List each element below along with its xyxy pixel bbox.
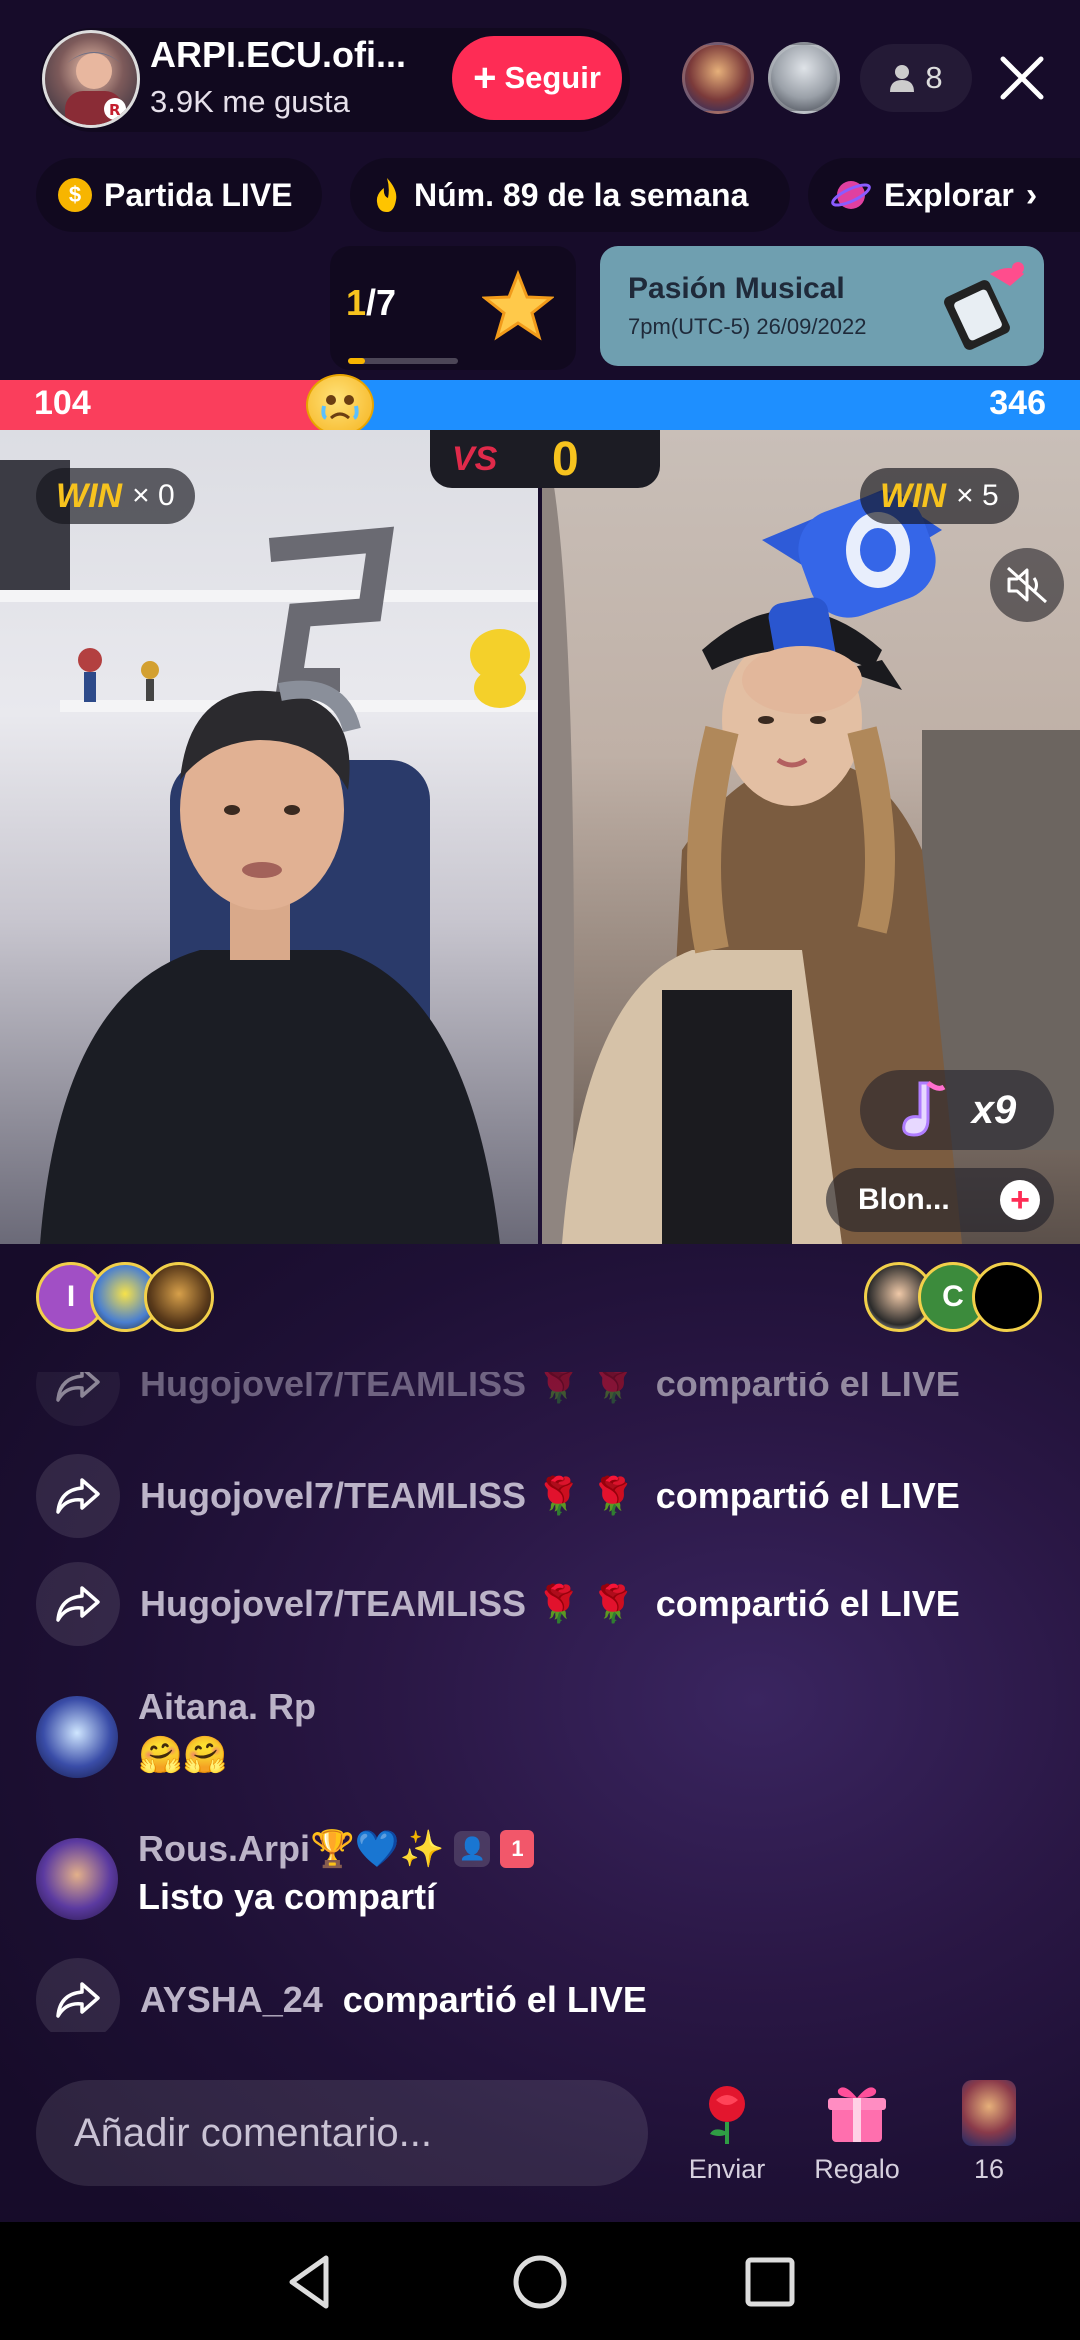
commenter-avatar[interactable] (36, 1696, 118, 1778)
share-icon (36, 1958, 120, 2032)
share-icon (36, 1562, 120, 1646)
supporter-avatar[interactable] (144, 1262, 214, 1332)
star-icon (480, 269, 556, 347)
coin-icon: $ (58, 178, 92, 212)
speaker-muted-icon (1006, 566, 1048, 604)
music-note-icon (901, 1081, 946, 1137)
left-win-streak: WIN × 0 (36, 468, 195, 524)
send-rose-button[interactable]: Enviar (672, 2080, 782, 2185)
right-score-bar (340, 380, 1080, 430)
comment-placeholder: Añadir comentario... (74, 2110, 432, 2155)
rank-progress (348, 358, 458, 364)
event-banner[interactable] (600, 246, 1044, 366)
pill-label: Explorar (884, 176, 1014, 213)
host-video[interactable] (0, 430, 538, 1244)
chat-share-row: Hugojovel7/TEAMLISS 🌹 🌹 compartió el LIV… (36, 1454, 960, 1538)
viewer-count[interactable]: 8 (860, 44, 972, 112)
host-avatar[interactable]: R (42, 30, 140, 128)
event-date: 7pm(UTC-5) 26/09/2022 (628, 314, 867, 339)
left-score: 104 (34, 384, 91, 422)
chat-comment-row: Aitana. Rp 🤗🤗 (36, 1686, 316, 1778)
weekly-rank-pill[interactable]: Núm. 89 de la semana (350, 158, 790, 232)
share-icon (36, 1372, 120, 1426)
host-name[interactable]: ARPI.ECU.ofi... (150, 34, 406, 76)
music-card-icon (944, 262, 1024, 350)
profile-count-button[interactable]: 16 (934, 2080, 1044, 2185)
guest-name: Blon... (848, 1183, 950, 1216)
guest-follow-pill[interactable]: Blon... + (826, 1168, 1054, 1232)
back-triangle-icon (289, 2255, 329, 2309)
live-match-pill[interactable]: $ Partida LIVE (36, 158, 322, 232)
commenter-avatar[interactable] (36, 1838, 118, 1920)
svg-text:R: R (109, 101, 121, 119)
share-icon (36, 1454, 120, 1538)
follow-button[interactable]: + Seguir (452, 36, 622, 120)
crying-face-icon (306, 374, 374, 436)
comment-input[interactable]: Añadir comentario... (36, 2080, 648, 2186)
chat-share-row: Hugojovel7/TEAMLISS 🌹 🌹 compartió el LIV… (36, 1372, 960, 1426)
home-circle-icon (513, 2255, 567, 2309)
mute-button[interactable] (990, 548, 1064, 622)
recents-square-icon (745, 2257, 795, 2307)
follow-label: Seguir (504, 60, 601, 95)
gift-combo: x9 (860, 1070, 1054, 1150)
person-icon (890, 65, 915, 92)
vs-logo: VS (452, 440, 498, 478)
chat-share-row: Hugojovel7/TEAMLISS 🌹 🌹 compartió el LIV… (36, 1562, 960, 1646)
level-badge-icon: 1 (500, 1830, 535, 1868)
round-score: 0 (552, 433, 579, 486)
planet-icon (831, 181, 871, 209)
explore-pill[interactable]: Explorar › (808, 158, 1080, 232)
chat-share-row: AYSHA_24 compartió el LIVE (36, 1958, 647, 2032)
viewer-count-value: 8 (925, 60, 943, 95)
flame-icon (376, 178, 397, 212)
plus-icon[interactable]: + (1000, 1180, 1040, 1220)
gift-icon (828, 2087, 886, 2142)
chat-list[interactable]: Hugojovel7/TEAMLISS 🌹 🌹 compartió el LIV… (0, 1372, 1080, 2032)
top-viewer-avatar[interactable] (768, 42, 840, 114)
rank-counter: 1/7 (346, 282, 397, 323)
pill-label: Partida LIVE (104, 176, 293, 213)
close-button[interactable] (992, 44, 1052, 112)
supporter-avatar[interactable] (972, 1262, 1042, 1332)
rose-icon (709, 2086, 745, 2144)
right-win-streak: WIN × 5 (860, 468, 1019, 524)
moderator-badge-icon: 👤 (454, 1831, 491, 1867)
event-title: Pasión Musical (628, 272, 845, 305)
right-score: 346 (989, 384, 1046, 422)
back-button[interactable] (278, 2250, 342, 2314)
gift-button[interactable]: Regalo (802, 2080, 912, 2185)
pill-label: Núm. 89 de la semana (414, 176, 749, 213)
top-viewer-avatar[interactable] (682, 42, 754, 114)
chat-comment-row: Rous.Arpi🏆💙✨ 👤 1 Listo ya compartí (36, 1828, 535, 1920)
home-button[interactable] (508, 2250, 572, 2314)
host-likes: 3.9K me gusta (150, 84, 350, 119)
plus-icon: + (473, 56, 497, 100)
user-avatar (962, 2080, 1016, 2146)
recents-button[interactable] (738, 2250, 802, 2314)
chevron-right-icon: › (1025, 175, 1038, 214)
close-icon (1000, 56, 1044, 100)
